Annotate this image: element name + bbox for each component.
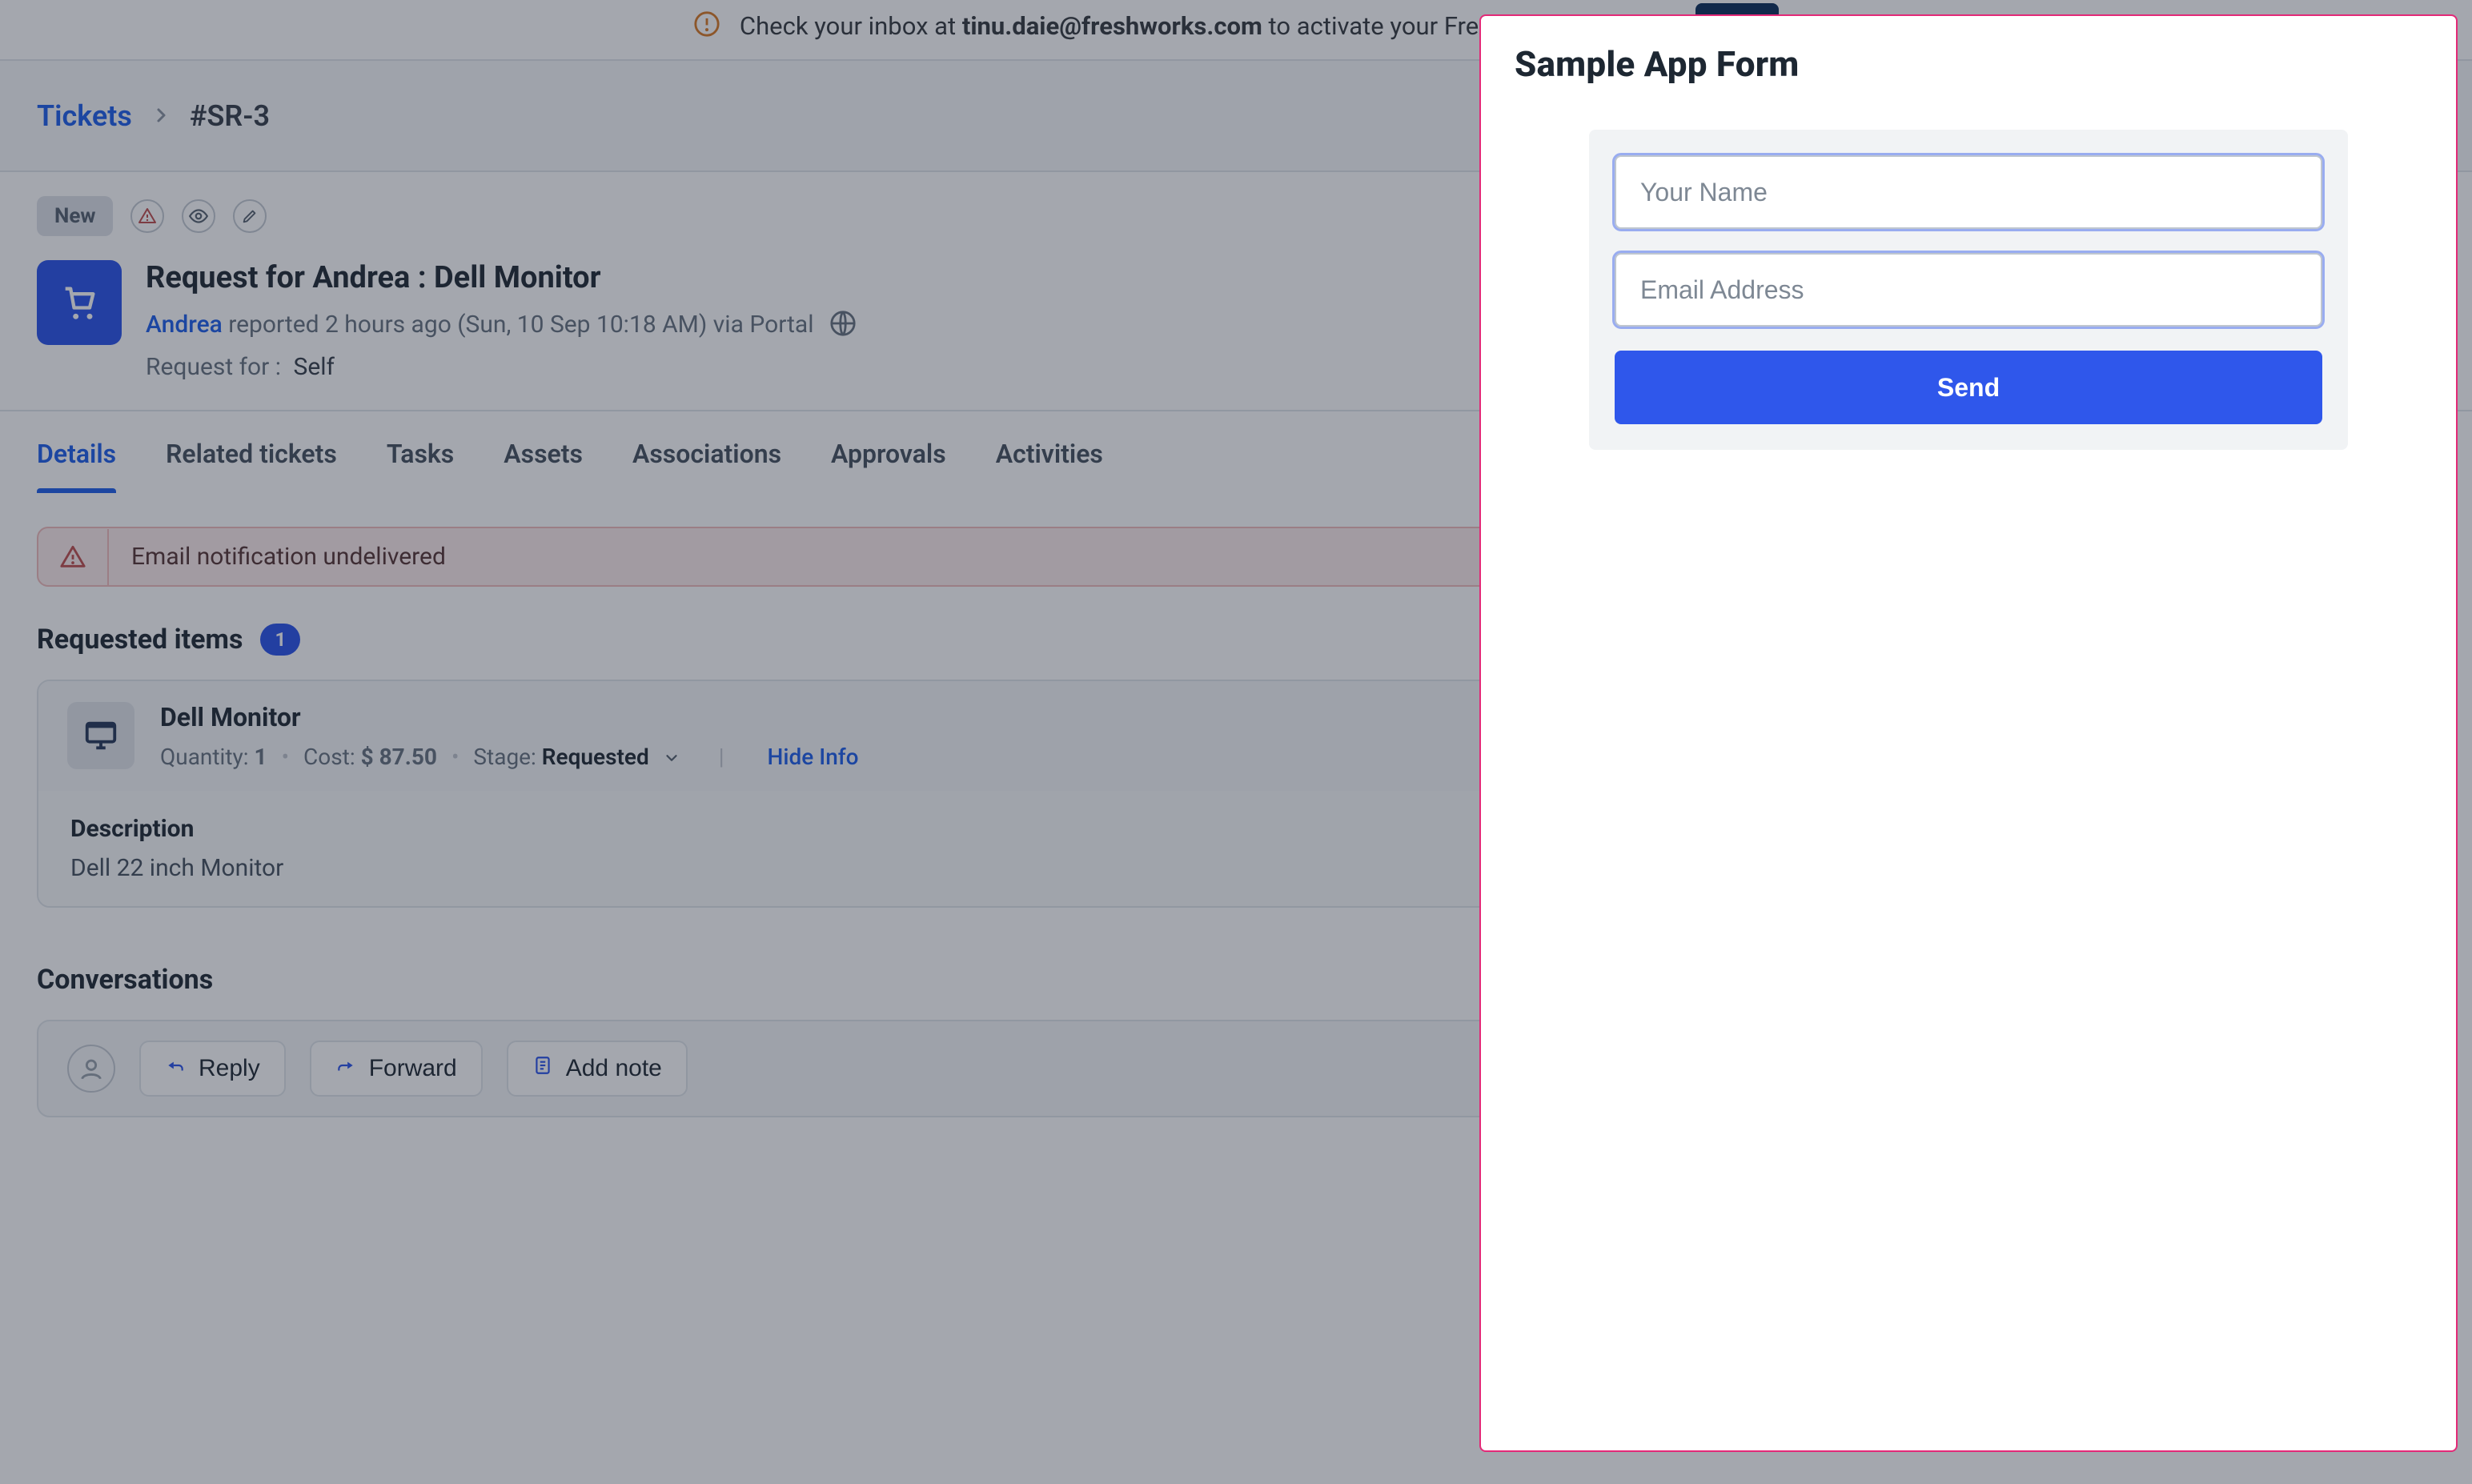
form-card: Send <box>1589 130 2348 450</box>
name-input[interactable] <box>1615 155 2322 229</box>
send-button[interactable]: Send <box>1615 351 2322 424</box>
panel-title: Sample App Form <box>1515 43 2422 85</box>
email-input[interactable] <box>1615 253 2322 327</box>
sample-app-form-panel: Sample App Form Send <box>1479 14 2458 1452</box>
